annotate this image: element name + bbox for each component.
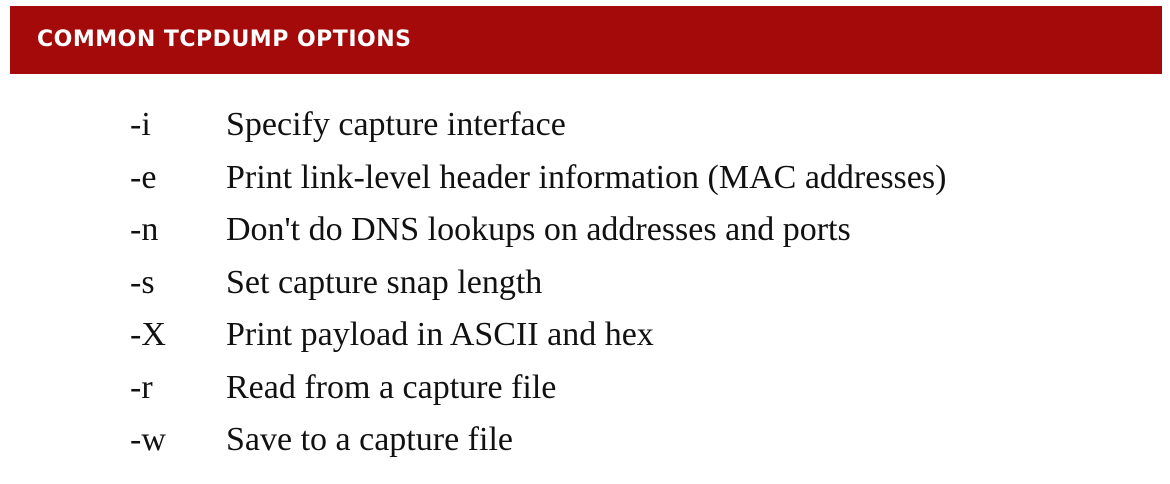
title-banner: COMMON TCPDUMP OPTIONS <box>10 6 1162 74</box>
option-description: Set capture snap length <box>226 263 543 301</box>
option-flag: -r <box>130 368 153 406</box>
option-row-n: -n Don't do DNS lookups on addresses and… <box>130 211 946 264</box>
slide-title: COMMON TCPDUMP OPTIONS <box>37 27 412 52</box>
slide: COMMON TCPDUMP OPTIONS -i Specify captur… <box>0 0 1170 484</box>
option-description: Print link-level header information (MAC… <box>226 158 947 196</box>
option-description: Specify capture interface <box>226 106 566 143</box>
option-description: Save to a capture file <box>226 421 513 458</box>
option-description: Don't do DNS lookups on addresses and po… <box>226 211 851 248</box>
option-row-s: -s Set capture snap length <box>130 264 946 317</box>
option-description: Print payload in ASCII and hex <box>226 316 654 353</box>
option-row-w: -w Save to a capture file <box>130 421 946 474</box>
option-row-i: -i Specify capture interface <box>130 106 946 159</box>
option-flag: -i <box>130 106 151 143</box>
option-row-X: -X Print payload in ASCII and hex <box>130 316 946 369</box>
option-flag: -s <box>130 263 155 301</box>
option-flag: -w <box>130 421 166 458</box>
option-flag: -e <box>130 158 157 196</box>
option-description: Read from a capture file <box>226 368 557 406</box>
option-row-e: -e Print link-level header information (… <box>130 159 946 212</box>
options-list: -i Specify capture interface -e Print li… <box>130 106 946 474</box>
option-row-r: -r Read from a capture file <box>130 369 946 422</box>
option-flag: -X <box>130 316 166 353</box>
option-flag: -n <box>130 211 159 248</box>
